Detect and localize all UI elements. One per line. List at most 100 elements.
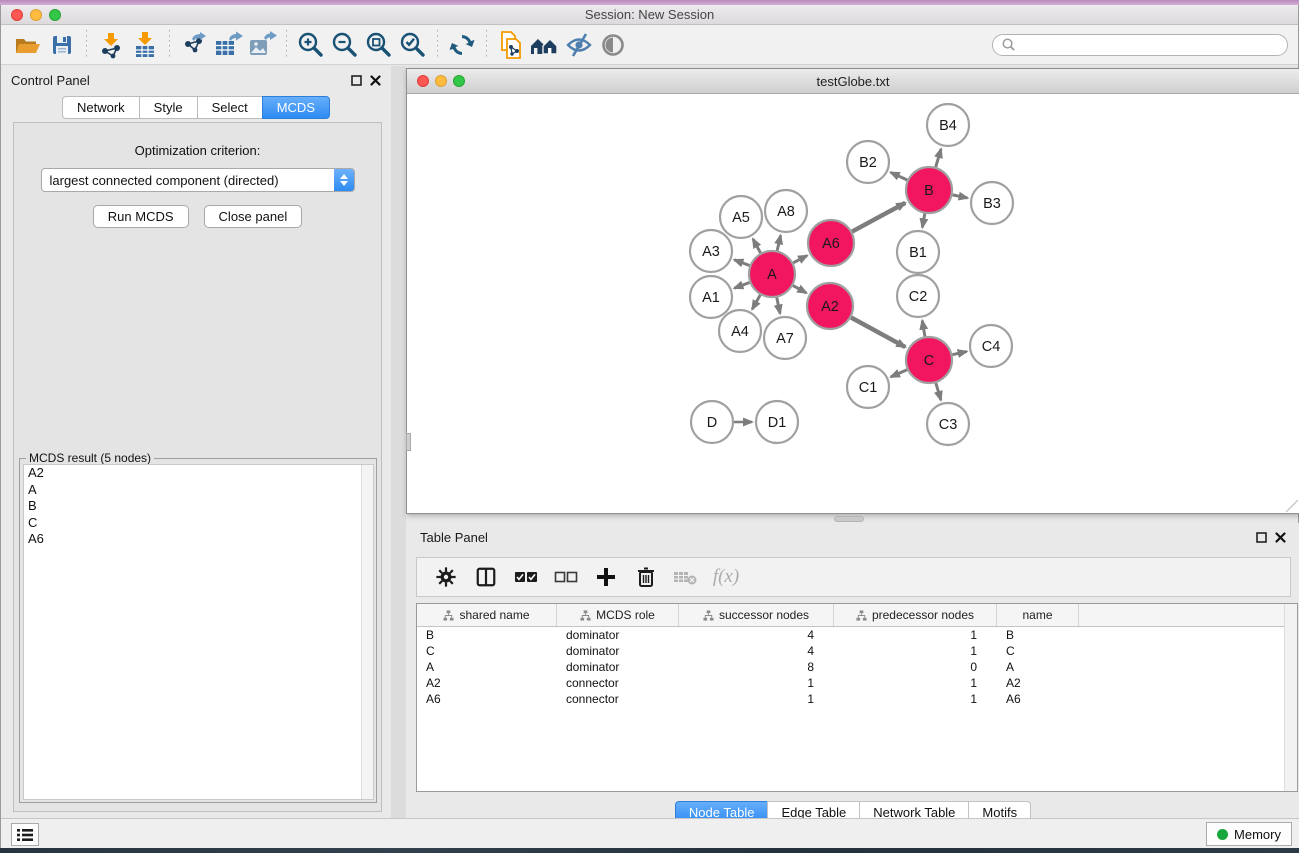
close-window-button[interactable] — [11, 9, 23, 21]
graph-edge-B-B1[interactable] — [922, 214, 924, 228]
zoom-out-icon[interactable] — [328, 29, 362, 61]
table-row-A2[interactable]: A2connector11A2 — [417, 675, 1297, 691]
task-history-button[interactable] — [11, 823, 39, 846]
settings-gear-icon[interactable] — [433, 561, 459, 593]
deselect-all-icon[interactable] — [553, 561, 579, 593]
column-header-shared-name[interactable]: shared name — [417, 604, 557, 626]
graph-edge-A6-B[interactable] — [852, 203, 905, 232]
graph-edge-A2-C[interactable] — [851, 317, 905, 347]
table-row-A[interactable]: Adominator80A — [417, 659, 1297, 675]
network-close-button[interactable] — [417, 75, 429, 87]
graph-node-B3[interactable]: B3 — [971, 182, 1013, 224]
optimization-select[interactable]: largest connected component (directed) — [41, 168, 355, 192]
delete-table-icon[interactable] — [673, 561, 699, 593]
graph-node-B2[interactable]: B2 — [847, 141, 889, 183]
graph-node-C1[interactable]: C1 — [847, 366, 889, 408]
search-field[interactable] — [992, 34, 1288, 56]
vertical-splitter[interactable] — [391, 66, 406, 823]
graph-edge-A-A6[interactable] — [793, 256, 807, 263]
delete-columns-icon[interactable] — [633, 561, 659, 593]
graph-node-A8[interactable]: A8 — [765, 190, 807, 232]
graph-edge-A-A5[interactable] — [753, 239, 761, 253]
float-panel-icon[interactable] — [351, 75, 362, 86]
graph-node-D1[interactable]: D1 — [756, 401, 798, 443]
mcds-result-item[interactable]: A6 — [24, 531, 373, 548]
graph-node-A[interactable]: A — [749, 251, 795, 297]
tab-select[interactable]: Select — [197, 96, 262, 119]
import-network-icon[interactable] — [94, 29, 128, 61]
zoom-window-button[interactable] — [49, 9, 61, 21]
tab-mcds[interactable]: MCDS — [262, 96, 330, 119]
splitter-grip[interactable] — [406, 433, 411, 451]
close-panel-button[interactable]: Close panel — [204, 205, 303, 228]
horizontal-splitter-handle[interactable] — [834, 516, 864, 522]
add-column-icon[interactable] — [593, 561, 619, 593]
window-resize-grip[interactable] — [1286, 500, 1298, 512]
search-input[interactable] — [1016, 38, 1279, 52]
graph-edge-A-A2[interactable] — [793, 286, 806, 293]
close-panel-icon[interactable] — [370, 75, 381, 86]
export-image-icon[interactable] — [245, 29, 279, 61]
graph-node-B4[interactable]: B4 — [927, 104, 969, 146]
show-columns-icon[interactable] — [473, 561, 499, 593]
tab-network[interactable]: Network — [62, 96, 139, 119]
graph-node-B[interactable]: B — [906, 167, 952, 213]
graph-node-A6[interactable]: A6 — [808, 220, 854, 266]
export-table-icon[interactable] — [211, 29, 245, 61]
graph-edge-A-A8[interactable] — [777, 235, 780, 250]
zoom-in-icon[interactable] — [294, 29, 328, 61]
export-network-icon[interactable] — [177, 29, 211, 61]
graph-edge-C-C4[interactable] — [952, 352, 966, 355]
graph-node-A7[interactable]: A7 — [764, 317, 806, 359]
save-session-icon[interactable] — [45, 29, 79, 61]
graph-edge-C-C2[interactable] — [922, 321, 925, 337]
float-table-panel-icon[interactable] — [1256, 532, 1267, 543]
network-minimize-button[interactable] — [435, 75, 447, 87]
table-row-B[interactable]: Bdominator41B — [417, 627, 1297, 643]
network-canvas[interactable]: B4B2BB3A8A5A6A3B1AC2A1A2A4A7C4CC1C3DD1 — [407, 94, 1299, 513]
graph-node-C4[interactable]: C4 — [970, 325, 1012, 367]
graph-edge-A-A3[interactable] — [734, 260, 749, 266]
function-builder-icon[interactable]: f(x) — [713, 561, 739, 593]
mcds-result-item[interactable]: A — [24, 482, 373, 499]
table-row-C[interactable]: Cdominator41C — [417, 643, 1297, 659]
network-zoom-button[interactable] — [453, 75, 465, 87]
mcds-result-list[interactable]: A2ABCA6 — [23, 464, 374, 800]
graph-node-C2[interactable]: C2 — [897, 275, 939, 317]
select-all-icon[interactable] — [513, 561, 539, 593]
hide-graphics-details-icon[interactable] — [562, 29, 596, 61]
minimize-window-button[interactable] — [30, 9, 42, 21]
mcds-result-item[interactable]: C — [24, 515, 373, 532]
graph-edge-B-B2[interactable] — [891, 172, 907, 180]
graph-edge-C-C3[interactable] — [936, 383, 941, 400]
zoom-fit-icon[interactable] — [362, 29, 396, 61]
graph-node-A3[interactable]: A3 — [690, 230, 732, 272]
column-header-predecessor-nodes[interactable]: predecessor nodes — [834, 604, 997, 626]
close-table-panel-icon[interactable] — [1275, 532, 1286, 543]
result-list-scrollbar[interactable] — [361, 465, 373, 799]
duplicate-network-icon[interactable] — [494, 29, 528, 61]
import-table-icon[interactable] — [128, 29, 162, 61]
graph-node-B1[interactable]: B1 — [897, 231, 939, 273]
tab-style[interactable]: Style — [139, 96, 197, 119]
graph-node-C3[interactable]: C3 — [927, 403, 969, 445]
apply-preferred-layout-icon[interactable] — [445, 29, 479, 61]
graph-node-A1[interactable]: A1 — [690, 276, 732, 318]
table-row-A6[interactable]: A6connector11A6 — [417, 691, 1297, 707]
run-mcds-button[interactable]: Run MCDS — [93, 205, 189, 228]
mcds-result-item[interactable]: A2 — [24, 465, 373, 482]
graph-node-A5[interactable]: A5 — [720, 196, 762, 238]
zoom-selected-icon[interactable] — [396, 29, 430, 61]
graph-edge-A-A1[interactable] — [734, 282, 749, 288]
graph-edge-B-B3[interactable] — [953, 195, 968, 198]
network-window-titlebar[interactable]: testGlobe.txt — [407, 69, 1299, 94]
column-header-MCDS-role[interactable]: MCDS role — [557, 604, 679, 626]
graph-edge-B-B4[interactable] — [936, 149, 941, 167]
table-scrollbar[interactable] — [1284, 604, 1297, 791]
column-header-successor-nodes[interactable]: successor nodes — [679, 604, 834, 626]
birds-eye-view-icon[interactable] — [596, 29, 630, 61]
memory-button[interactable]: Memory — [1206, 822, 1292, 846]
graph-node-A4[interactable]: A4 — [719, 310, 761, 352]
graph-node-D[interactable]: D — [691, 401, 733, 443]
graph-edge-A-A7[interactable] — [777, 298, 780, 314]
